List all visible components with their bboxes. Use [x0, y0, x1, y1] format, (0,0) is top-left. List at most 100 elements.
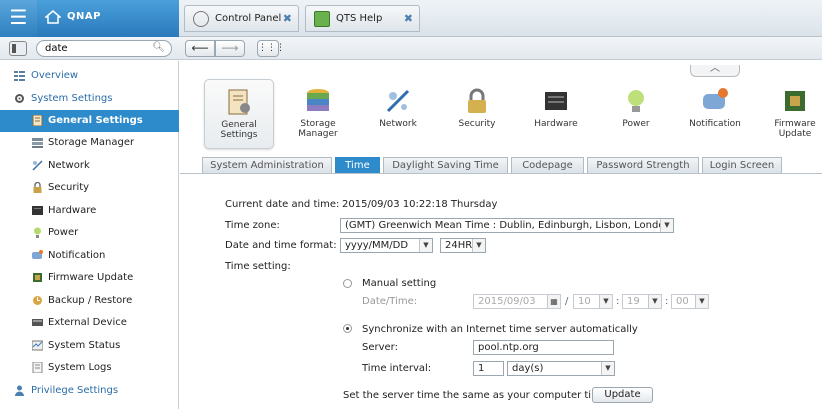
- manual-date-value: 2015/09/03: [478, 296, 536, 307]
- collapse-icons-button[interactable]: ︿: [690, 63, 740, 77]
- network-icon: [32, 160, 43, 171]
- icon-storage-manager[interactable]: Storage Manager: [283, 79, 353, 149]
- back-button[interactable]: ⟵: [185, 40, 215, 57]
- tab-divider: [180, 173, 822, 174]
- close-icon[interactable]: ✖: [404, 12, 413, 25]
- tab-label: Control Panel: [215, 13, 282, 24]
- sidebar-item-system-status[interactable]: System Status: [0, 335, 179, 357]
- bulb-icon: [34, 227, 41, 238]
- hour-format-select[interactable]: 24HR ▼: [440, 238, 486, 253]
- server-input[interactable]: pool.ntp.org: [473, 340, 614, 355]
- sidebar-item-system-logs[interactable]: System Logs: [0, 357, 179, 379]
- icon-hardware[interactable]: Hardware: [521, 79, 591, 149]
- sidebar-item-label: Power: [48, 227, 79, 238]
- date-format-select[interactable]: yyyy/MM/DD ▼: [340, 238, 433, 253]
- chevron-down-icon: ▼: [472, 239, 485, 252]
- sidebar-item-network[interactable]: Network: [0, 155, 179, 177]
- sidebar-item-external-device[interactable]: External Device: [0, 312, 179, 334]
- grid-icon: ⋮⋮⋮: [258, 43, 285, 53]
- server-value: pool.ntp.org: [478, 342, 539, 353]
- icon-label: Update: [778, 129, 812, 139]
- tab-qts-help[interactable]: QTS Help ✖: [305, 5, 420, 32]
- search-icon[interactable]: 🔍︎: [152, 42, 165, 53]
- apps-grid-button[interactable]: ⋮⋮⋮: [257, 40, 285, 57]
- manual-setting-radio[interactable]: [343, 279, 352, 288]
- icon-security[interactable]: Security: [442, 79, 512, 149]
- calendar-icon: ▦: [547, 295, 560, 308]
- tab-login-screen[interactable]: Login Screen: [702, 157, 782, 173]
- manual-datetime-label: Date/Time:: [362, 296, 418, 307]
- update-button[interactable]: Update: [592, 387, 653, 403]
- main-menu-button[interactable]: ☰: [0, 0, 37, 37]
- sidebar-item-label: Backup / Restore: [48, 295, 133, 306]
- icon-power[interactable]: Power: [601, 79, 671, 149]
- sidebar-item-label: Storage Manager: [48, 137, 135, 148]
- gear-icon: [15, 94, 24, 103]
- sidebar-item-backup-restore[interactable]: Backup / Restore: [0, 290, 179, 312]
- chevron-down-icon: ▼: [660, 219, 673, 232]
- icon-label: Network: [379, 119, 417, 129]
- timezone-select[interactable]: (GMT) Greenwich Mean Time : Dublin, Edin…: [340, 218, 674, 233]
- firmware-icon: [785, 91, 805, 111]
- tab-time[interactable]: Time: [335, 157, 380, 173]
- sidebar-item-system-settings[interactable]: System Settings: [0, 88, 179, 110]
- firmware-icon: [33, 273, 42, 282]
- search-input[interactable]: [45, 42, 155, 55]
- tab-password-strength[interactable]: Password Strength: [587, 157, 699, 173]
- tab-daylight-saving-time[interactable]: Daylight Saving Time: [383, 157, 508, 173]
- sync-server-radio[interactable]: [343, 324, 352, 333]
- status-icon: [32, 340, 43, 351]
- sidebar-item-label: Overview: [31, 70, 79, 81]
- tab-control-panel[interactable]: Control Panel ✖: [184, 5, 299, 32]
- sidebar-item-firmware-update[interactable]: Firmware Update: [0, 267, 179, 289]
- manual-minute-select[interactable]: 19 ▼: [622, 294, 662, 309]
- content-panel: ︿ General Settings Storage Manager Netwo…: [180, 61, 822, 409]
- sidebar-item-label: System Status: [48, 340, 121, 351]
- hardware-icon: [545, 92, 567, 110]
- time-interval-input[interactable]: 1: [473, 361, 504, 376]
- general-settings-icon: [32, 115, 43, 126]
- time-interval-value: 1: [478, 363, 485, 374]
- manual-date-input[interactable]: 2015/09/03 ▦: [473, 294, 561, 309]
- icon-label: Security: [458, 119, 496, 129]
- brand-area[interactable]: QNAP: [37, 0, 179, 37]
- icon-firmware-update[interactable]: Firmware Update: [760, 79, 822, 149]
- icon-general-settings[interactable]: General Settings: [204, 79, 274, 149]
- timezone-label: Time zone:: [225, 220, 280, 231]
- sidebar-item-label: Security: [48, 182, 90, 193]
- sidebar-toggle-button[interactable]: [9, 41, 27, 56]
- lock-icon: [468, 88, 486, 113]
- sidebar-item-hardware[interactable]: Hardware: [0, 200, 179, 222]
- control-panel-icon: [193, 11, 209, 27]
- sidebar-item-notification[interactable]: Notification: [0, 245, 179, 267]
- manual-second-select[interactable]: 00 ▼: [671, 294, 709, 309]
- sidebar-item-power[interactable]: Power: [0, 222, 179, 244]
- home-icon: [45, 10, 61, 24]
- icon-network[interactable]: Network: [363, 79, 433, 149]
- tab-system-administration[interactable]: System Administration: [202, 157, 332, 173]
- chevron-down-icon: ▼: [601, 362, 614, 375]
- sidebar-item-privilege-settings[interactable]: Privilege Settings: [0, 380, 179, 402]
- icon-label: Hardware: [534, 119, 578, 129]
- sidebar-item-label: System Settings: [31, 93, 113, 104]
- forward-button[interactable]: ⟶: [215, 40, 245, 57]
- tab-codepage[interactable]: Codepage: [511, 157, 584, 173]
- hour-minute-separator: :: [616, 296, 620, 307]
- hardware-icon: [32, 206, 43, 215]
- chevron-up-icon: ︿: [710, 63, 720, 74]
- time-interval-unit-value: day(s): [512, 363, 544, 374]
- manual-hour-select[interactable]: 10 ▼: [573, 294, 613, 309]
- sidebar-item-security[interactable]: Security: [0, 177, 179, 199]
- sidebar-item-overview[interactable]: Overview: [0, 65, 179, 87]
- chevron-down-icon: ▼: [695, 295, 708, 308]
- sidebar-item-storage-manager[interactable]: Storage Manager: [0, 132, 179, 154]
- sidebar-item-general-settings[interactable]: General Settings: [0, 110, 179, 132]
- sidebar-item-label: Firmware Update: [48, 272, 134, 283]
- close-icon[interactable]: ✖: [283, 12, 292, 25]
- time-interval-unit-select[interactable]: day(s) ▼: [507, 361, 615, 376]
- icon-notification[interactable]: Notification: [680, 79, 750, 149]
- manual-minute-value: 19: [627, 296, 640, 307]
- same-time-label: Set the server time the same as your com…: [343, 390, 607, 401]
- sidebar-item-label: Privilege Settings: [31, 385, 119, 396]
- chevron-down-icon: ▼: [419, 239, 432, 252]
